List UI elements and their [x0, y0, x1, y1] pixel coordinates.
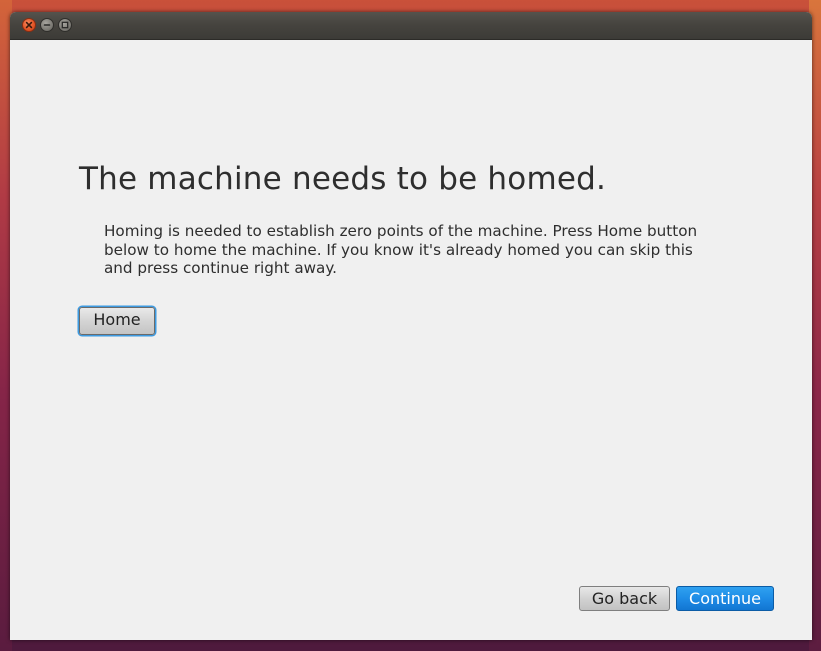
- close-button[interactable]: [22, 18, 36, 32]
- maximize-icon: [61, 21, 69, 29]
- close-icon: [25, 21, 33, 29]
- page-title: The machine needs to be homed.: [79, 161, 607, 197]
- minimize-icon: [43, 24, 51, 26]
- go-back-button[interactable]: Go back: [579, 586, 670, 611]
- instructions-text: Homing is needed to establish zero point…: [104, 222, 698, 277]
- title-bar[interactable]: [10, 12, 812, 40]
- dialog-content: The machine needs to be homed. Homing is…: [10, 40, 812, 640]
- minimize-button[interactable]: [40, 18, 54, 32]
- continue-button[interactable]: Continue: [676, 586, 774, 611]
- app-window: The machine needs to be homed. Homing is…: [10, 12, 812, 640]
- maximize-button[interactable]: [58, 18, 72, 32]
- home-button[interactable]: Home: [79, 307, 155, 335]
